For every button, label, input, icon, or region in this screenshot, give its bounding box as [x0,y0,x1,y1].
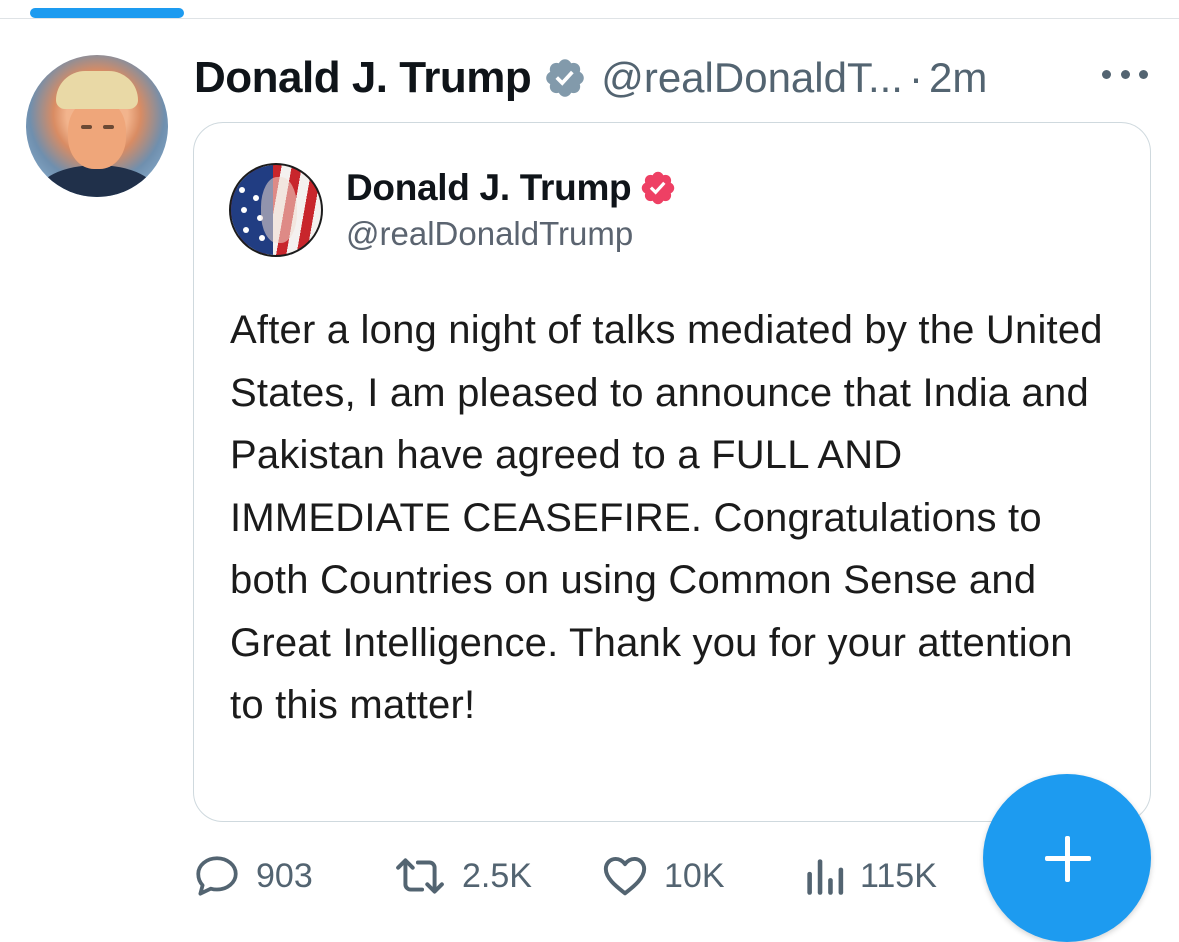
reply-bubble-icon [196,856,238,896]
verified-badge-icon [546,59,584,97]
repost-count: 2.5K [462,856,532,895]
author-handle[interactable]: @realDonaldT... [601,54,903,102]
repost-button[interactable]: 2.5K [392,846,532,906]
quoted-post-text: After a long night of talks mediated by … [230,308,1103,727]
quoted-author-avatar [229,163,323,257]
post-header: Donald J. Trump @realDonaldT... · 2m [194,50,987,106]
compose-button[interactable] [983,774,1151,942]
repost-arrows-icon [396,858,444,894]
top-divider [0,18,1179,19]
views-button[interactable]: 115K [802,846,937,906]
views-count: 115K [860,856,937,895]
avatar-eye [103,125,114,129]
reply-button[interactable]: 903 [192,846,313,906]
quoted-author-handle: @realDonaldTrump [346,215,634,252]
heart-icon [603,856,647,896]
avatar-face [68,99,126,169]
verified-badge-icon [642,171,675,205]
author-name[interactable]: Donald J. Trump [194,53,532,103]
post-actions: 903 2.5K 10K 115K [192,846,952,906]
more-dots-icon[interactable] [1102,62,1148,86]
avatar-hair [56,71,138,109]
quoted-name-row: Donald J. Trump [346,167,677,209]
views-bar-chart-icon [807,859,844,895]
active-tab-indicator [30,8,184,18]
avatar-suit [36,165,158,197]
like-count: 10K [664,856,725,895]
like-button[interactable]: 10K [600,846,725,906]
post-timestamp[interactable]: 2m [929,54,987,102]
author-avatar[interactable] [26,55,168,197]
quoted-author-name: Donald J. Trump [346,167,632,208]
quoted-post-card[interactable]: Donald J. Trump @realDonaldTrump After a… [193,122,1151,822]
reply-count: 903 [256,856,313,895]
avatar-eye [81,125,92,129]
plus-icon [1065,836,1070,882]
separator-dot: · [908,54,923,101]
